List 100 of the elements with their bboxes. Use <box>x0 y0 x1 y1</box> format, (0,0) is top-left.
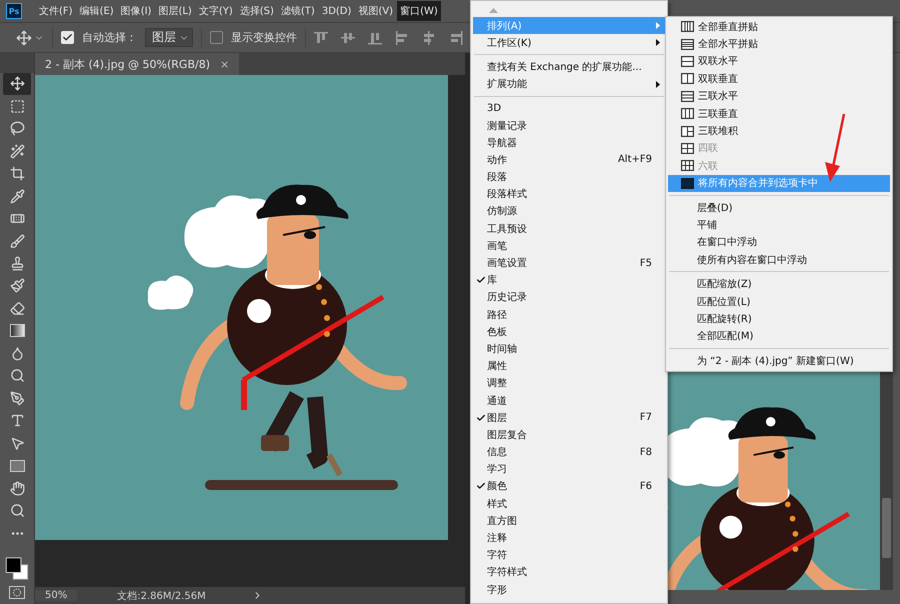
menu-item[interactable]: 测量记录 <box>473 116 665 134</box>
menu-item[interactable]: 字符样式 <box>473 564 665 581</box>
menu-item[interactable]: 三联垂直 <box>668 104 890 122</box>
menu-item[interactable]: 画笔设置 F5 <box>473 254 665 272</box>
zoom-tool-icon[interactable] <box>10 503 24 518</box>
menu-item[interactable]: 直方图 <box>473 512 665 530</box>
marquee-tool-icon[interactable] <box>10 98 24 114</box>
menu-item[interactable]: 通道 <box>473 392 665 410</box>
menu-item[interactable]: 信息 F8 <box>473 444 665 461</box>
zoom-level[interactable]: 50% <box>35 590 78 601</box>
move-tool-icon[interactable] <box>16 30 32 46</box>
menu-item[interactable]: 层叠(D) <box>668 198 890 216</box>
menu-item[interactable]: 图层复合 <box>473 426 665 444</box>
eraser-icon[interactable] <box>10 300 24 316</box>
menu-item[interactable]: 双联垂直 <box>668 70 890 88</box>
menu-item[interactable]: 三联水平 <box>668 88 890 105</box>
menu-item[interactable]: 导航器 <box>473 134 665 152</box>
app-logo[interactable]: Ps <box>6 3 22 19</box>
menu-bar-item[interactable]: 视图(V) <box>355 1 396 21</box>
droplet-icon[interactable] <box>10 346 24 361</box>
scrollbar-thumb[interactable] <box>882 498 891 558</box>
menu-item[interactable]: 调整 <box>473 374 665 392</box>
gradient-tool-icon[interactable] <box>10 324 24 338</box>
menu-item[interactable]: 字形 <box>473 581 665 598</box>
menu-bar-item[interactable]: 图层(L) <box>155 1 195 21</box>
crop-tool-icon[interactable] <box>10 166 24 182</box>
move-tool-icon[interactable] <box>10 76 24 92</box>
submenu-arrow-icon <box>656 22 660 30</box>
menu-item[interactable]: 工具预设 <box>473 220 665 238</box>
rectangle-tool-icon[interactable] <box>10 460 24 472</box>
align-icon[interactable] <box>314 30 328 44</box>
show-transform-label: 显示变换控件 <box>231 30 297 45</box>
menu-bar-item[interactable]: 窗口(W) <box>397 1 441 21</box>
menu-item[interactable]: 3D <box>473 100 665 117</box>
menu-item[interactable]: 工作区(K) <box>473 34 665 52</box>
align-icon[interactable] <box>422 30 436 44</box>
menu-item[interactable]: 双联水平 <box>668 52 890 70</box>
align-icon[interactable] <box>395 30 409 44</box>
menu-item[interactable]: 学习 <box>473 460 665 478</box>
type-tool-icon[interactable] <box>10 413 24 428</box>
menu-item[interactable]: 动作 Alt+F9 <box>473 151 665 168</box>
layout-icon <box>681 178 694 189</box>
target-dropdown[interactable]: 图层 <box>145 28 193 47</box>
menu-item[interactable]: 平铺 <box>668 216 890 234</box>
menu-item[interactable]: 属性 <box>473 358 665 375</box>
menu-item[interactable]: 图层 F7 <box>473 409 665 426</box>
show-transform-checkbox[interactable] <box>210 31 223 44</box>
menu-item[interactable]: 路径 <box>473 306 665 324</box>
menu-item[interactable]: 历史记录 <box>473 288 665 306</box>
layout-icon <box>681 21 694 32</box>
magic-wand-icon[interactable] <box>10 144 24 159</box>
menu-bar-item[interactable]: 编辑(E) <box>76 1 117 21</box>
pointer-icon[interactable] <box>10 436 24 451</box>
brush-icon[interactable] <box>10 234 24 249</box>
menu-item[interactable]: 样式 <box>473 495 665 512</box>
menu-item[interactable]: 查找有关 Exchange 的扩展功能... <box>473 58 665 76</box>
pen-tool-icon[interactable] <box>10 390 24 406</box>
menu-item[interactable]: 匹配位置(L) <box>668 292 890 310</box>
menu-item[interactable]: 色板 <box>473 323 665 340</box>
menu-item[interactable]: 颜色 F6 <box>473 478 665 496</box>
menu-item[interactable]: 全部水平拼贴 <box>668 35 890 53</box>
eyedropper-icon[interactable] <box>10 188 24 204</box>
auto-select-checkbox[interactable] <box>61 31 74 44</box>
submenu-arrow-icon <box>656 80 660 88</box>
menu-item[interactable]: 字符 <box>473 546 665 564</box>
menu-item[interactable]: 匹配旋转(R) <box>668 310 890 328</box>
menu-item[interactable]: 在窗口中浮动 <box>668 234 890 252</box>
hand-tool-icon[interactable] <box>10 480 24 496</box>
menu-bar-item[interactable]: 选择(S) <box>236 1 277 21</box>
check-icon <box>476 275 486 286</box>
menu-bar-item[interactable]: 图像(I) <box>118 1 154 21</box>
menu-item[interactable]: 全部垂直拼贴 <box>668 18 890 36</box>
mixer-brush-icon[interactable] <box>10 278 24 294</box>
layout-icon <box>681 160 694 172</box>
align-icon[interactable] <box>449 30 463 44</box>
menu-item[interactable]: 注释 <box>473 529 665 547</box>
menu-item[interactable]: 扩展功能 <box>473 76 665 93</box>
close-icon[interactable]: × <box>220 58 230 70</box>
menu-item[interactable]: 段落样式 <box>473 186 665 203</box>
align-icon[interactable] <box>341 30 355 44</box>
menu-item[interactable]: 匹配缩放(Z) <box>668 275 890 293</box>
quick-mask-icon[interactable] <box>9 586 25 600</box>
menu-item[interactable]: 画笔 <box>473 237 665 254</box>
menu-bar-item[interactable]: 文字(Y) <box>196 1 236 21</box>
menu-item[interactable]: 全部匹配(M) <box>668 328 890 346</box>
menu-item[interactable]: 段落 <box>473 168 665 186</box>
menu-item[interactable]: 仿制源 <box>473 202 665 220</box>
stamp-icon[interactable] <box>10 256 24 272</box>
menu-bar-item[interactable]: 3D(D) <box>318 2 354 20</box>
menu-item[interactable]: 时间轴 <box>473 340 665 358</box>
arrow-annotation <box>822 112 848 184</box>
menu-item[interactable]: 为 “2 - 副本 (4).jpg” 新建窗口(W) <box>668 352 890 370</box>
menu-item[interactable]: 使所有内容在窗口中浮动 <box>668 251 890 268</box>
menu-item[interactable]: 三联堆积 <box>668 122 890 140</box>
align-icon[interactable] <box>368 30 382 44</box>
menu-item[interactable]: 库 <box>473 272 665 289</box>
document-tab[interactable]: 2 - 副本 (4).jpg @ 50%(RGB/8) × <box>35 53 240 75</box>
lasso-tool-icon[interactable] <box>10 121 24 136</box>
menu-bar-item[interactable]: 滤镜(T) <box>278 1 318 21</box>
menu-bar-item[interactable]: 文件(F) <box>36 1 76 21</box>
